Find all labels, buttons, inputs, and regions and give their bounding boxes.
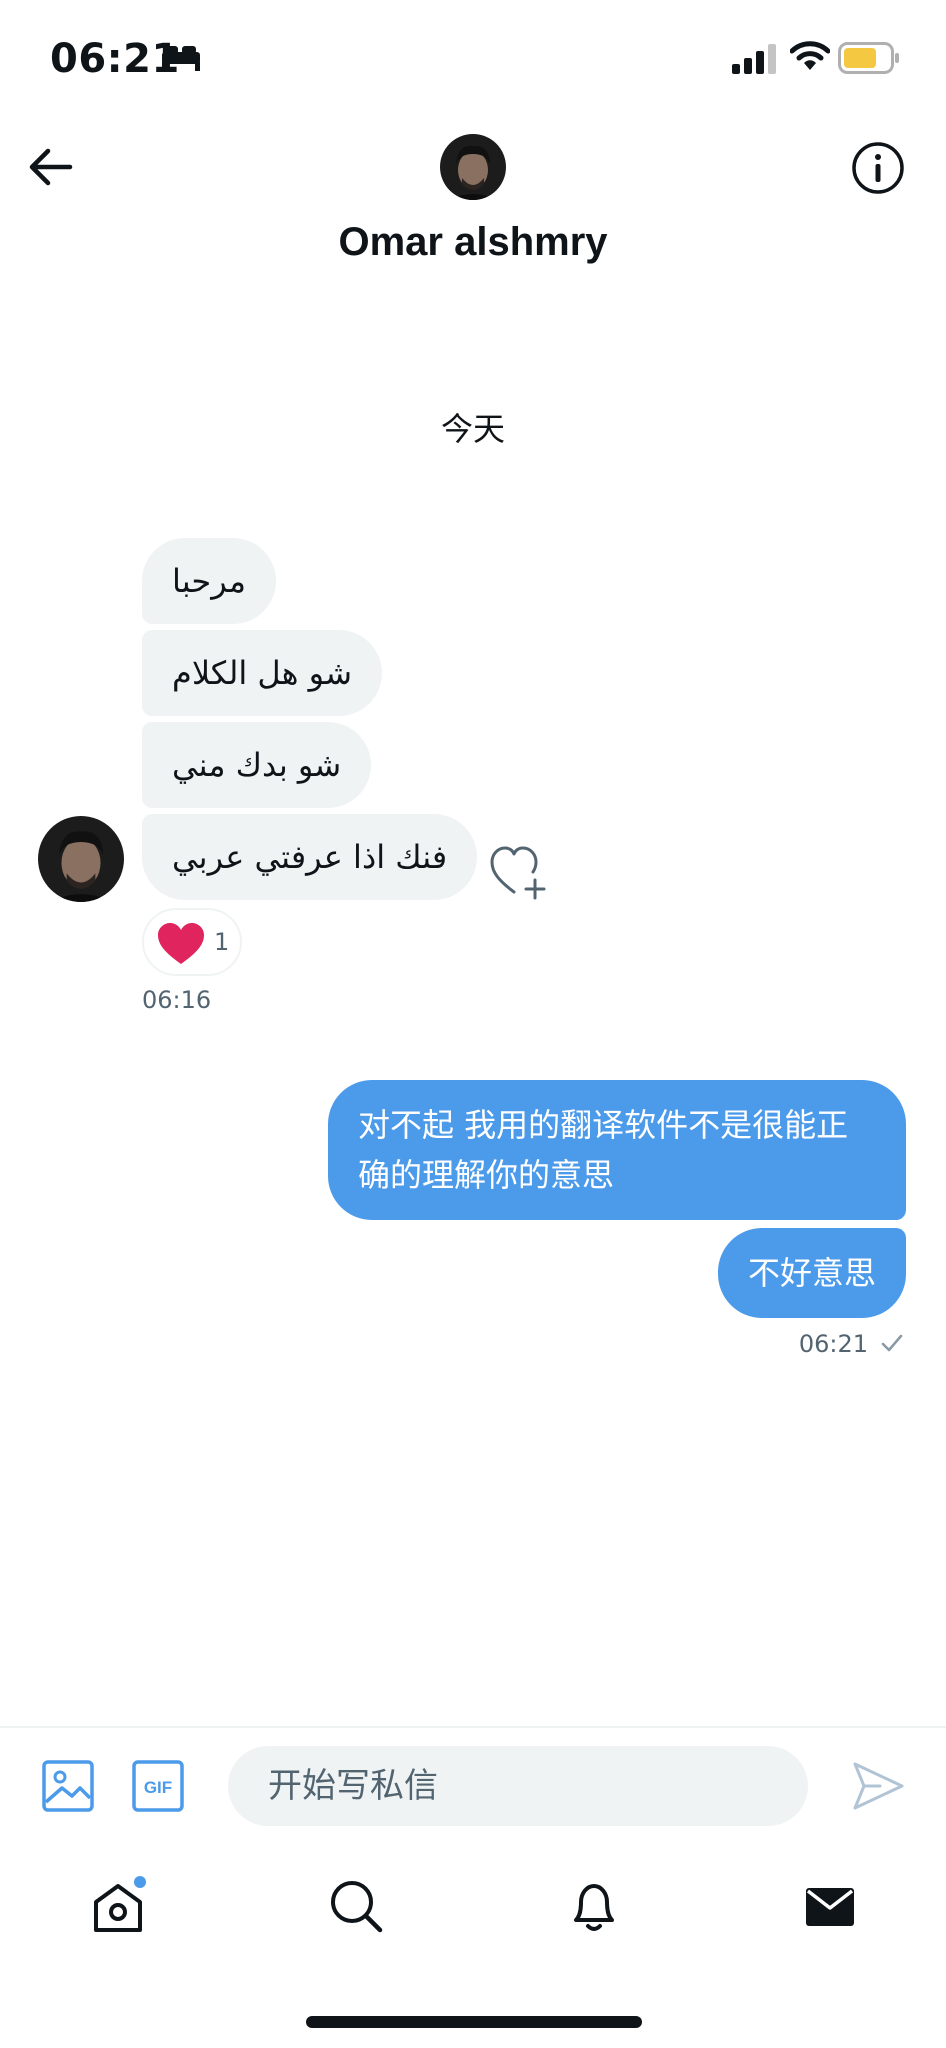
search-icon	[331, 1881, 383, 1933]
send-icon	[853, 1762, 904, 1810]
image-icon	[42, 1760, 94, 1812]
reaction-count: 1	[214, 928, 230, 956]
message-input[interactable]	[228, 1746, 808, 1826]
add-photo-button[interactable]	[40, 1758, 96, 1814]
sender-avatar[interactable]	[38, 816, 124, 902]
outgoing-message[interactable]: 对不起 我用的翻译软件不是很能正确的理解你的意思	[328, 1080, 906, 1220]
sent-check-icon	[880, 1332, 904, 1354]
notification-dot	[134, 1876, 146, 1888]
back-arrow-icon	[29, 148, 73, 186]
bell-icon	[574, 1884, 614, 1931]
info-icon	[852, 142, 904, 194]
add-gif-button[interactable]: GIF	[130, 1758, 186, 1814]
tab-messages[interactable]	[800, 1876, 860, 1936]
heart-plus-icon	[490, 846, 546, 900]
tab-search[interactable]	[326, 1876, 386, 1936]
contact-avatar[interactable]	[440, 134, 506, 200]
tab-home[interactable]	[88, 1876, 148, 1936]
gif-icon: GIF	[132, 1760, 184, 1812]
composer-divider	[0, 1726, 946, 1728]
outgoing-message[interactable]: 不好意思	[717, 1228, 906, 1318]
gif-label: GIF	[144, 1778, 172, 1797]
date-separator: 今天	[440, 410, 505, 448]
heart-icon	[158, 923, 204, 964]
bed-icon	[160, 44, 202, 72]
incoming-message[interactable]: شو بدك مني	[142, 722, 372, 808]
contact-name[interactable]: Omar alshmry	[0, 220, 946, 265]
incoming-message[interactable]: فنك اذا عرفتي عربي	[142, 814, 478, 900]
add-reaction-button[interactable]	[488, 844, 548, 900]
incoming-message[interactable]: شو هل الكلام	[142, 630, 383, 716]
outgoing-timestamp: 06:21	[798, 1330, 868, 1358]
wifi-icon	[790, 40, 830, 72]
tab-notifications[interactable]	[564, 1876, 624, 1936]
send-button[interactable]	[850, 1758, 906, 1814]
mail-icon	[806, 1888, 854, 1926]
signal-icon	[732, 44, 776, 74]
incoming-timestamp: 06:16	[142, 986, 212, 1014]
back-button[interactable]	[24, 140, 78, 194]
home-indicator	[306, 2016, 642, 2028]
home-icon	[94, 1876, 146, 1932]
reaction-pill[interactable]: 1	[142, 908, 242, 976]
conversation-info-button[interactable]	[850, 140, 906, 196]
incoming-message[interactable]: مرحبا	[142, 538, 276, 624]
battery-icon	[838, 42, 900, 74]
